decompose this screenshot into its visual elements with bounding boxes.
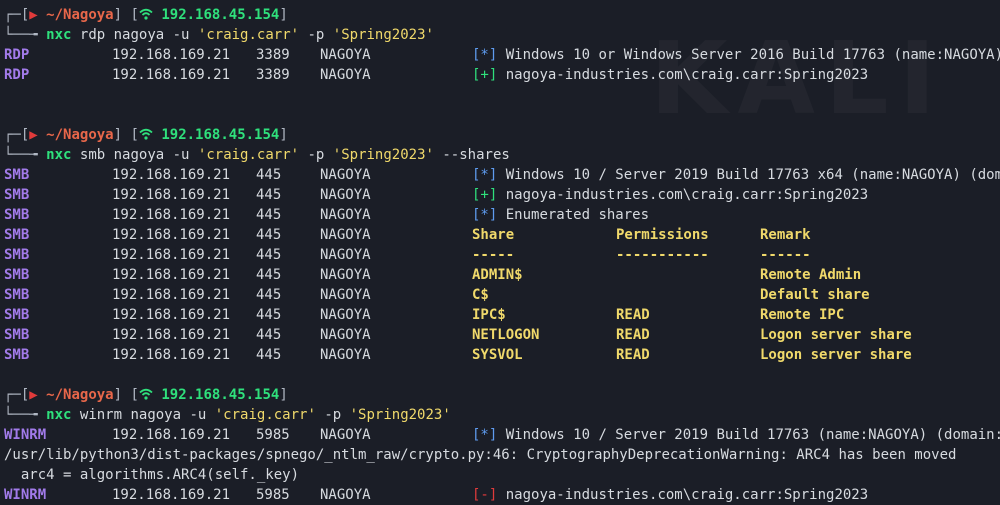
- command-line-rdp: └──╼ nxc rdp nagoya -u 'craig.carr' -p '…: [4, 27, 434, 43]
- wifi-icon: [139, 387, 153, 403]
- warning-line: /usr/lib/python3/dist-packages/spnego/_n…: [4, 447, 957, 463]
- command-line-smb: └──╼ nxc smb nagoya -u 'craig.carr' -p '…: [4, 147, 510, 163]
- prompt-ip: 192.168.45.154: [161, 7, 280, 23]
- share-row: SMB 192.168.169.21 445 NAGOYA SYSVOL READ Logo…: [4, 347, 912, 363]
- prompt-frame-top: ┌─[: [4, 7, 30, 23]
- output-row: SMB 192.168.169.21 445 NAGOYA [*] Enumerated…: [4, 207, 650, 223]
- share-row: SMB 192.168.169.21 445 NAGOYA NETLOGON READ Lo…: [4, 327, 912, 343]
- warning-line: arc4 = algorithms.ARC4(self._key): [4, 467, 300, 483]
- output-row: SMB 192.168.169.21 445 NAGOYA [+] nagoya-ind…: [4, 187, 869, 203]
- output-row: RDP 192.168.169.21 3389 NAGOYA [*] Windows 1…: [4, 47, 1000, 63]
- prompt-directory: ~/Nagoya: [46, 7, 114, 23]
- prompt-frame-bottom: └──╼: [4, 27, 47, 43]
- share-row: SMB 192.168.169.21 445 NAGOYA Share Permissio…: [4, 227, 811, 243]
- play-icon: ▶: [29, 7, 38, 23]
- wifi-icon: [139, 127, 153, 143]
- output-row: WINRM 192.168.169.21 5985 NAGOYA [-] nagoya-…: [4, 487, 869, 503]
- share-row: SMB 192.168.169.21 445 NAGOYA C$ Default shar…: [4, 287, 870, 303]
- prompt-line: ┌─[▶ ~/Nagoya] [ 192.168.45.154]: [4, 7, 288, 23]
- wifi-icon: [139, 7, 153, 23]
- play-icon: ▶: [29, 127, 38, 143]
- output-row: SMB 192.168.169.21 445 NAGOYA [*] Windows 10…: [4, 167, 1000, 183]
- prompt-line: ┌─[▶ ~/Nagoya] [ 192.168.45.154]: [4, 127, 288, 143]
- play-icon: ▶: [29, 387, 38, 403]
- share-row: SMB 192.168.169.21 445 NAGOYA ----- ---------…: [4, 247, 811, 263]
- prompt-line: ┌─[▶ ~/Nagoya] [ 192.168.45.154]: [4, 387, 288, 403]
- output-row: RDP 192.168.169.21 3389 NAGOYA [+] nagoya-in…: [4, 67, 869, 83]
- output-row: WINRM 192.168.169.21 5985 NAGOYA [*] Windows…: [4, 427, 1000, 443]
- terminal-output[interactable]: ┌─[▶ ~/Nagoya] [ 192.168.45.154] └──╼ nx…: [4, 5, 1000, 505]
- share-row: SMB 192.168.169.21 445 NAGOYA IPC$ READ Remote…: [4, 307, 845, 323]
- command-line-winrm: └──╼ nxc winrm nagoya -u 'craig.carr' -p…: [4, 407, 451, 423]
- share-row: SMB 192.168.169.21 445 NAGOYA ADMIN$ Remote A…: [4, 267, 862, 283]
